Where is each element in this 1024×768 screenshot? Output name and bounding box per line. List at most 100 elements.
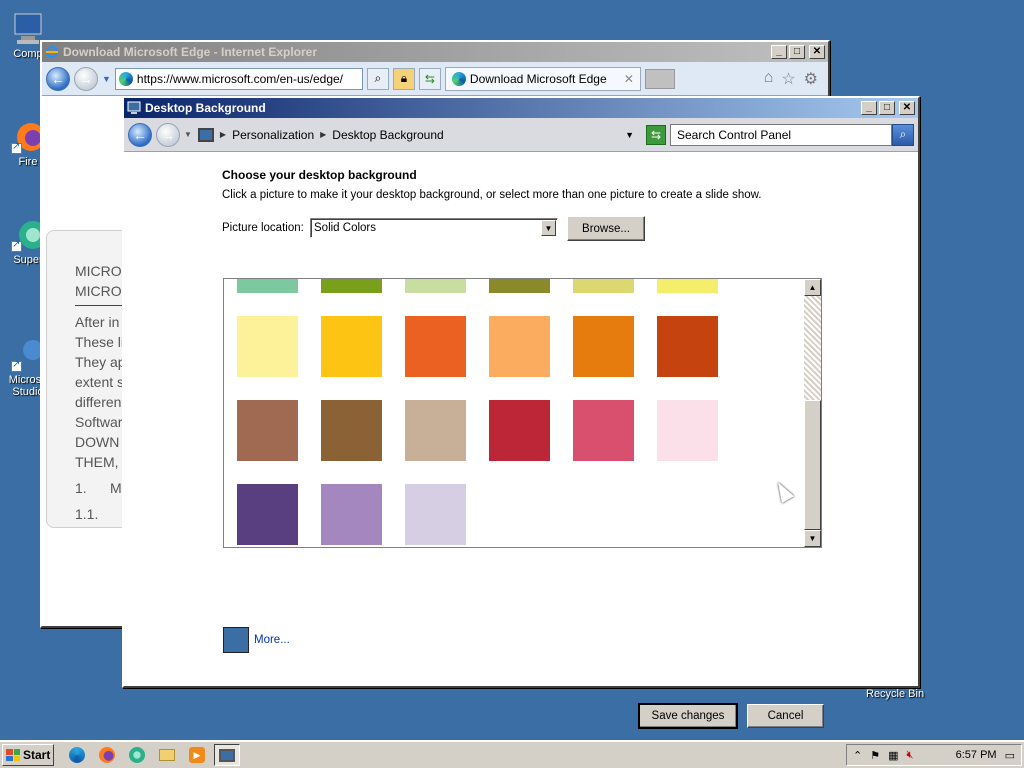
minimize-button[interactable]: _ [861,101,877,115]
maximize-button[interactable]: □ [879,101,895,115]
search-placeholder: Search Control Panel [677,127,792,142]
color-swatch[interactable] [573,400,634,461]
search-icon[interactable]: ⌕ [366,67,389,90]
ie-taskbar-icon[interactable] [64,744,90,766]
scroll-track[interactable] [804,296,821,400]
close-button[interactable]: ✕ [899,101,915,115]
search-icon[interactable]: ⌕ [892,123,914,146]
color-swatch[interactable] [657,279,718,293]
picture-location-select[interactable]: Solid Colors ▼ [310,218,558,238]
folder-taskbar-icon[interactable] [154,744,180,766]
show-desktop-icon[interactable]: ▭ [1005,749,1015,762]
desktop-background-window[interactable]: Desktop Background _ □ ✕ ← → ▼ ▶ Persona… [122,96,920,729]
more-color-swatch[interactable] [223,627,249,653]
app-taskbar-icon[interactable] [124,744,150,766]
breadcrumb-arrow-icon[interactable]: ▶ [320,130,326,139]
cp-title-bar[interactable]: Desktop Background _ □ ✕ [124,98,918,118]
volume-muted-icon[interactable]: 🔇︎ [907,749,914,762]
color-swatch[interactable] [321,400,382,461]
forward-button[interactable]: → [156,122,180,147]
taskbar: Start ▶ ⌃ ⚑ ▦ 🔇︎ 6:57 PM ▭ [0,740,1024,768]
edge-tab-icon [451,71,466,86]
clock[interactable]: 6:57 PM [956,749,997,761]
color-swatch[interactable] [489,279,550,293]
maximize-button[interactable]: □ [789,45,805,59]
new-tab-button[interactable] [644,68,675,89]
start-label: Start [23,748,51,762]
scroll-up-button[interactable]: ▲ [804,279,821,296]
refresh-icon[interactable]: ⇆ [418,67,441,90]
show-hidden-icons-icon[interactable]: ⌃ [853,749,862,762]
scroll-down-button[interactable]: ▼ [804,530,821,547]
minimize-button[interactable]: _ [771,45,787,59]
color-swatch[interactable] [321,484,382,545]
ie-navigation-bar: ← → ▼ https://www.microsoft.com/en-us/ed… [42,62,828,96]
browse-button[interactable]: Browse... [567,216,645,241]
color-swatch[interactable] [237,400,298,461]
breadcrumb-personalization[interactable]: Personalization [232,128,314,142]
color-swatch[interactable] [657,400,718,461]
color-swatch[interactable] [237,279,298,293]
system-tray: ⌃ ⚑ ▦ 🔇︎ 6:57 PM ▭ [846,744,1022,766]
recycle-bin-label[interactable]: Recycle Bin [866,688,924,700]
color-swatch[interactable] [237,484,298,545]
home-icon[interactable]: ⌂ [764,69,774,89]
favorites-star-icon[interactable]: ☆ [781,69,795,89]
recent-pages-dropdown-icon[interactable]: ▼ [184,130,192,139]
address-bar[interactable]: https://www.microsoft.com/en-us/edge/ [114,67,363,90]
color-swatch[interactable] [489,400,550,461]
color-swatch[interactable] [405,279,466,293]
network-icon[interactable]: ▦ [888,749,898,762]
ie-tab[interactable]: Download Microsoft Edge ✕ [444,66,641,91]
cp-content: Choose your desktop background Click a p… [124,152,918,729]
vertical-scrollbar[interactable]: ▲ ▼ [804,279,821,547]
control-panel-icon [197,127,214,142]
color-swatch[interactable] [573,279,634,293]
ie-title-bar[interactable]: Download Microsoft Edge - Internet Explo… [42,42,828,62]
page-title: Choose your desktop background [222,168,417,182]
divider [75,305,125,306]
color-swatch[interactable] [237,316,298,377]
color-swatch[interactable] [321,279,382,293]
save-changes-button[interactable]: Save changes [638,703,738,729]
tab-label: Download Microsoft Edge [469,71,607,86]
history-dropdown-icon[interactable]: ▼ [102,74,111,84]
start-button[interactable]: Start [2,744,54,766]
close-button[interactable]: ✕ [809,45,825,59]
back-button[interactable]: ← [46,66,70,91]
forward-button[interactable]: → [74,66,98,91]
cancel-button[interactable]: Cancel [747,704,824,728]
color-swatch[interactable] [321,316,382,377]
search-input[interactable]: Search Control Panel [670,123,892,146]
more-colors-link[interactable]: More... [254,634,290,646]
shortcut-arrow-icon [11,359,22,372]
color-swatch[interactable] [489,316,550,377]
settings-gear-icon[interactable]: ⚙ [804,69,818,89]
lock-icon[interactable]: 🔒︎ [392,67,415,90]
color-swatch[interactable] [657,316,718,377]
firefox-taskbar-icon[interactable] [94,744,120,766]
refresh-icon[interactable]: ⇆ [646,124,666,145]
action-center-flag-icon[interactable]: ⚑ [870,749,880,762]
ie-icon [46,46,58,58]
color-swatch[interactable] [405,316,466,377]
media-player-taskbar-icon[interactable]: ▶ [184,744,210,766]
tab-close-icon[interactable]: ✕ [624,72,634,86]
breadcrumb-arrow-icon[interactable]: ▶ [220,130,226,139]
color-swatch[interactable] [405,484,466,545]
scroll-thumb[interactable] [804,400,821,530]
breadcrumb[interactable]: ▶ Personalization ▶ Desktop Background ▼ [195,122,642,147]
edge-favicon-icon [118,71,133,86]
color-swatch[interactable] [573,316,634,377]
shortcut-arrow-icon [11,239,22,252]
control-panel-taskbar-icon[interactable] [214,744,240,766]
page-description: Click a picture to make it your desktop … [222,189,762,201]
picture-location-label: Picture location: [222,222,304,234]
ie-window-title: Download Microsoft Edge - Internet Explo… [63,45,318,59]
breadcrumb-dropdown-icon[interactable]: ▼ [625,130,634,140]
color-swatch-grid[interactable]: ▲ ▼ [223,278,822,548]
back-button[interactable]: ← [128,122,152,147]
chevron-down-icon[interactable]: ▼ [541,220,556,236]
color-swatch[interactable] [405,400,466,461]
breadcrumb-desktop-background[interactable]: Desktop Background [332,128,443,142]
